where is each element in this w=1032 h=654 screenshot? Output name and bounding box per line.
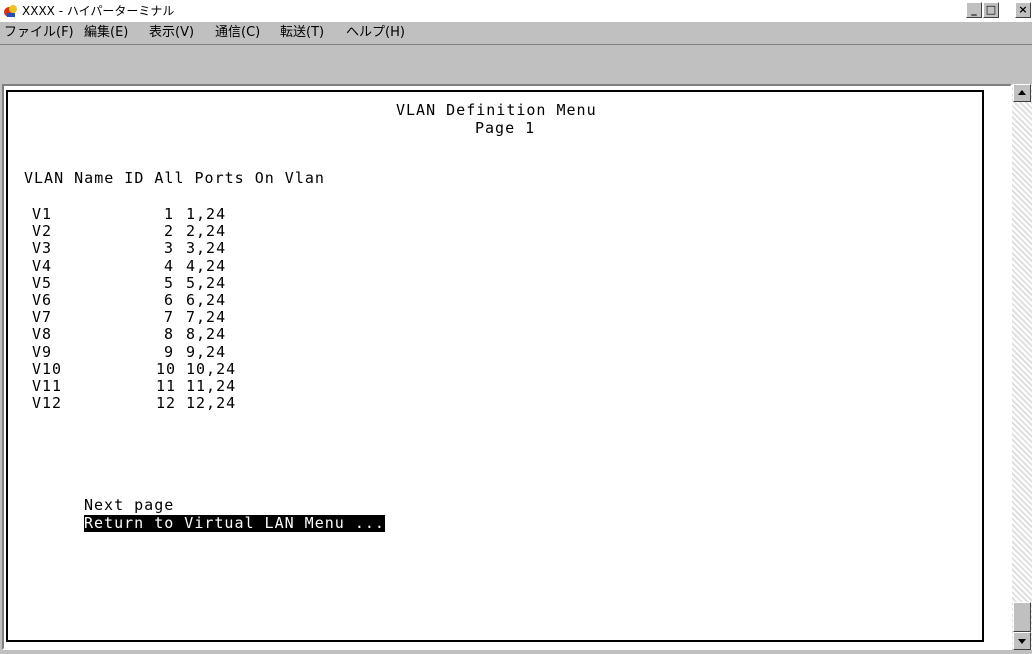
page-indicator: Page 1: [475, 119, 536, 137]
vlan-ports-cell: 5,24: [186, 273, 227, 292]
window-title: XXXX - ハイパーターミナル: [22, 4, 175, 18]
toolbar-area: [0, 45, 1032, 84]
option-next-page[interactable]: Next page: [84, 497, 174, 514]
vlan-id-cell: 6: [164, 291, 175, 309]
vlan-ports-cell: 8,24: [186, 325, 227, 344]
vlan-name-cell: V12: [32, 394, 63, 413]
vlan-id-cell: 4: [164, 256, 175, 275]
vlan-id-cell: 12: [156, 394, 177, 413]
vlan-ports-cell: 3,24: [186, 239, 227, 258]
scroll-up-button[interactable]: [1013, 84, 1031, 102]
menu-title: VLAN Definition Menu: [396, 101, 597, 119]
vlan-ports-cell: 9,24: [186, 342, 227, 361]
vlan-name-cell: V4: [32, 256, 53, 275]
vlan-id-cell: 5: [164, 273, 175, 292]
vlan-ports-cell: 4,24: [186, 256, 227, 275]
vlan-name-cell: V3: [32, 239, 53, 258]
menu-comm[interactable]: 通信(C): [215, 25, 260, 41]
vlan-name-cell: V9: [32, 342, 53, 361]
vlan-id-cell: 7: [164, 308, 175, 327]
vlan-ports-cell: 1,24: [186, 205, 227, 223]
vlan-name-cell: V5: [32, 273, 53, 292]
vlan-id-cell: 11: [156, 377, 177, 395]
hyperterminal-window: XXXX - ハイパーターミナル _ □ × ファイル(F) 編集(E) 表示(…: [0, 0, 1032, 654]
title-bar: XXXX - ハイパーターミナル _ □ ×: [0, 0, 1032, 22]
vlan-ports-cell: 11,24: [186, 377, 237, 395]
hyperterminal-icon: [4, 5, 17, 17]
menu-transfer[interactable]: 転送(T): [280, 25, 324, 41]
vlan-name-cell: V11: [32, 377, 63, 395]
vlan-name-cell: V6: [32, 291, 53, 309]
menu-view[interactable]: 表示(V): [149, 25, 194, 41]
maximize-button[interactable]: □: [983, 2, 999, 18]
vlan-ports-cell: 6,24: [186, 291, 227, 309]
vlan-name-cell: V7: [32, 308, 53, 327]
close-button[interactable]: ×: [1015, 2, 1031, 18]
scroll-down-button[interactable]: [1013, 632, 1031, 650]
vlan-id-cell: 1: [164, 205, 175, 223]
arrow-down-icon: [1018, 639, 1026, 644]
vlan-id-cell: 9: [164, 342, 175, 361]
minimize-button[interactable]: _: [966, 2, 982, 18]
vlan-id-cell: 3: [164, 239, 175, 258]
menu-file[interactable]: ファイル(F): [4, 25, 74, 41]
vlan-name-cell: V10: [32, 359, 63, 378]
vlan-ports-cell: 2,24: [186, 222, 227, 241]
vertical-scrollbar[interactable]: [1012, 84, 1032, 650]
vlan-id-cell: 2: [164, 222, 175, 241]
scroll-thumb[interactable]: [1013, 602, 1031, 632]
vlan-id-cell: 10: [156, 359, 177, 378]
menu-help[interactable]: ヘルプ(H): [346, 25, 405, 41]
vlan-ports-cell: 10,24: [186, 359, 237, 378]
vlan-name-cell: V2: [32, 222, 53, 241]
vlan-id-cell: 8: [164, 325, 175, 344]
menu-edit[interactable]: 編集(E): [84, 25, 128, 41]
table-header: VLAN Name ID All Ports On Vlan: [24, 169, 325, 187]
vlan-name-cell: V1: [32, 205, 53, 223]
vlan-name-cell: V8: [32, 325, 53, 344]
vlan-ports-cell: 7,24: [186, 308, 227, 327]
arrow-up-icon: [1018, 90, 1026, 95]
vlan-ports-cell: 12,24: [186, 394, 237, 413]
menu-bar: ファイル(F) 編集(E) 表示(V) 通信(C) 転送(T) ヘルプ(H): [0, 22, 1032, 45]
option-return-virtual-lan[interactable]: Return to Virtual LAN Menu ...: [84, 515, 385, 532]
terminal-screen[interactable]: VLAN Definition Menu Page 1 VLAN Name ID…: [6, 90, 984, 642]
